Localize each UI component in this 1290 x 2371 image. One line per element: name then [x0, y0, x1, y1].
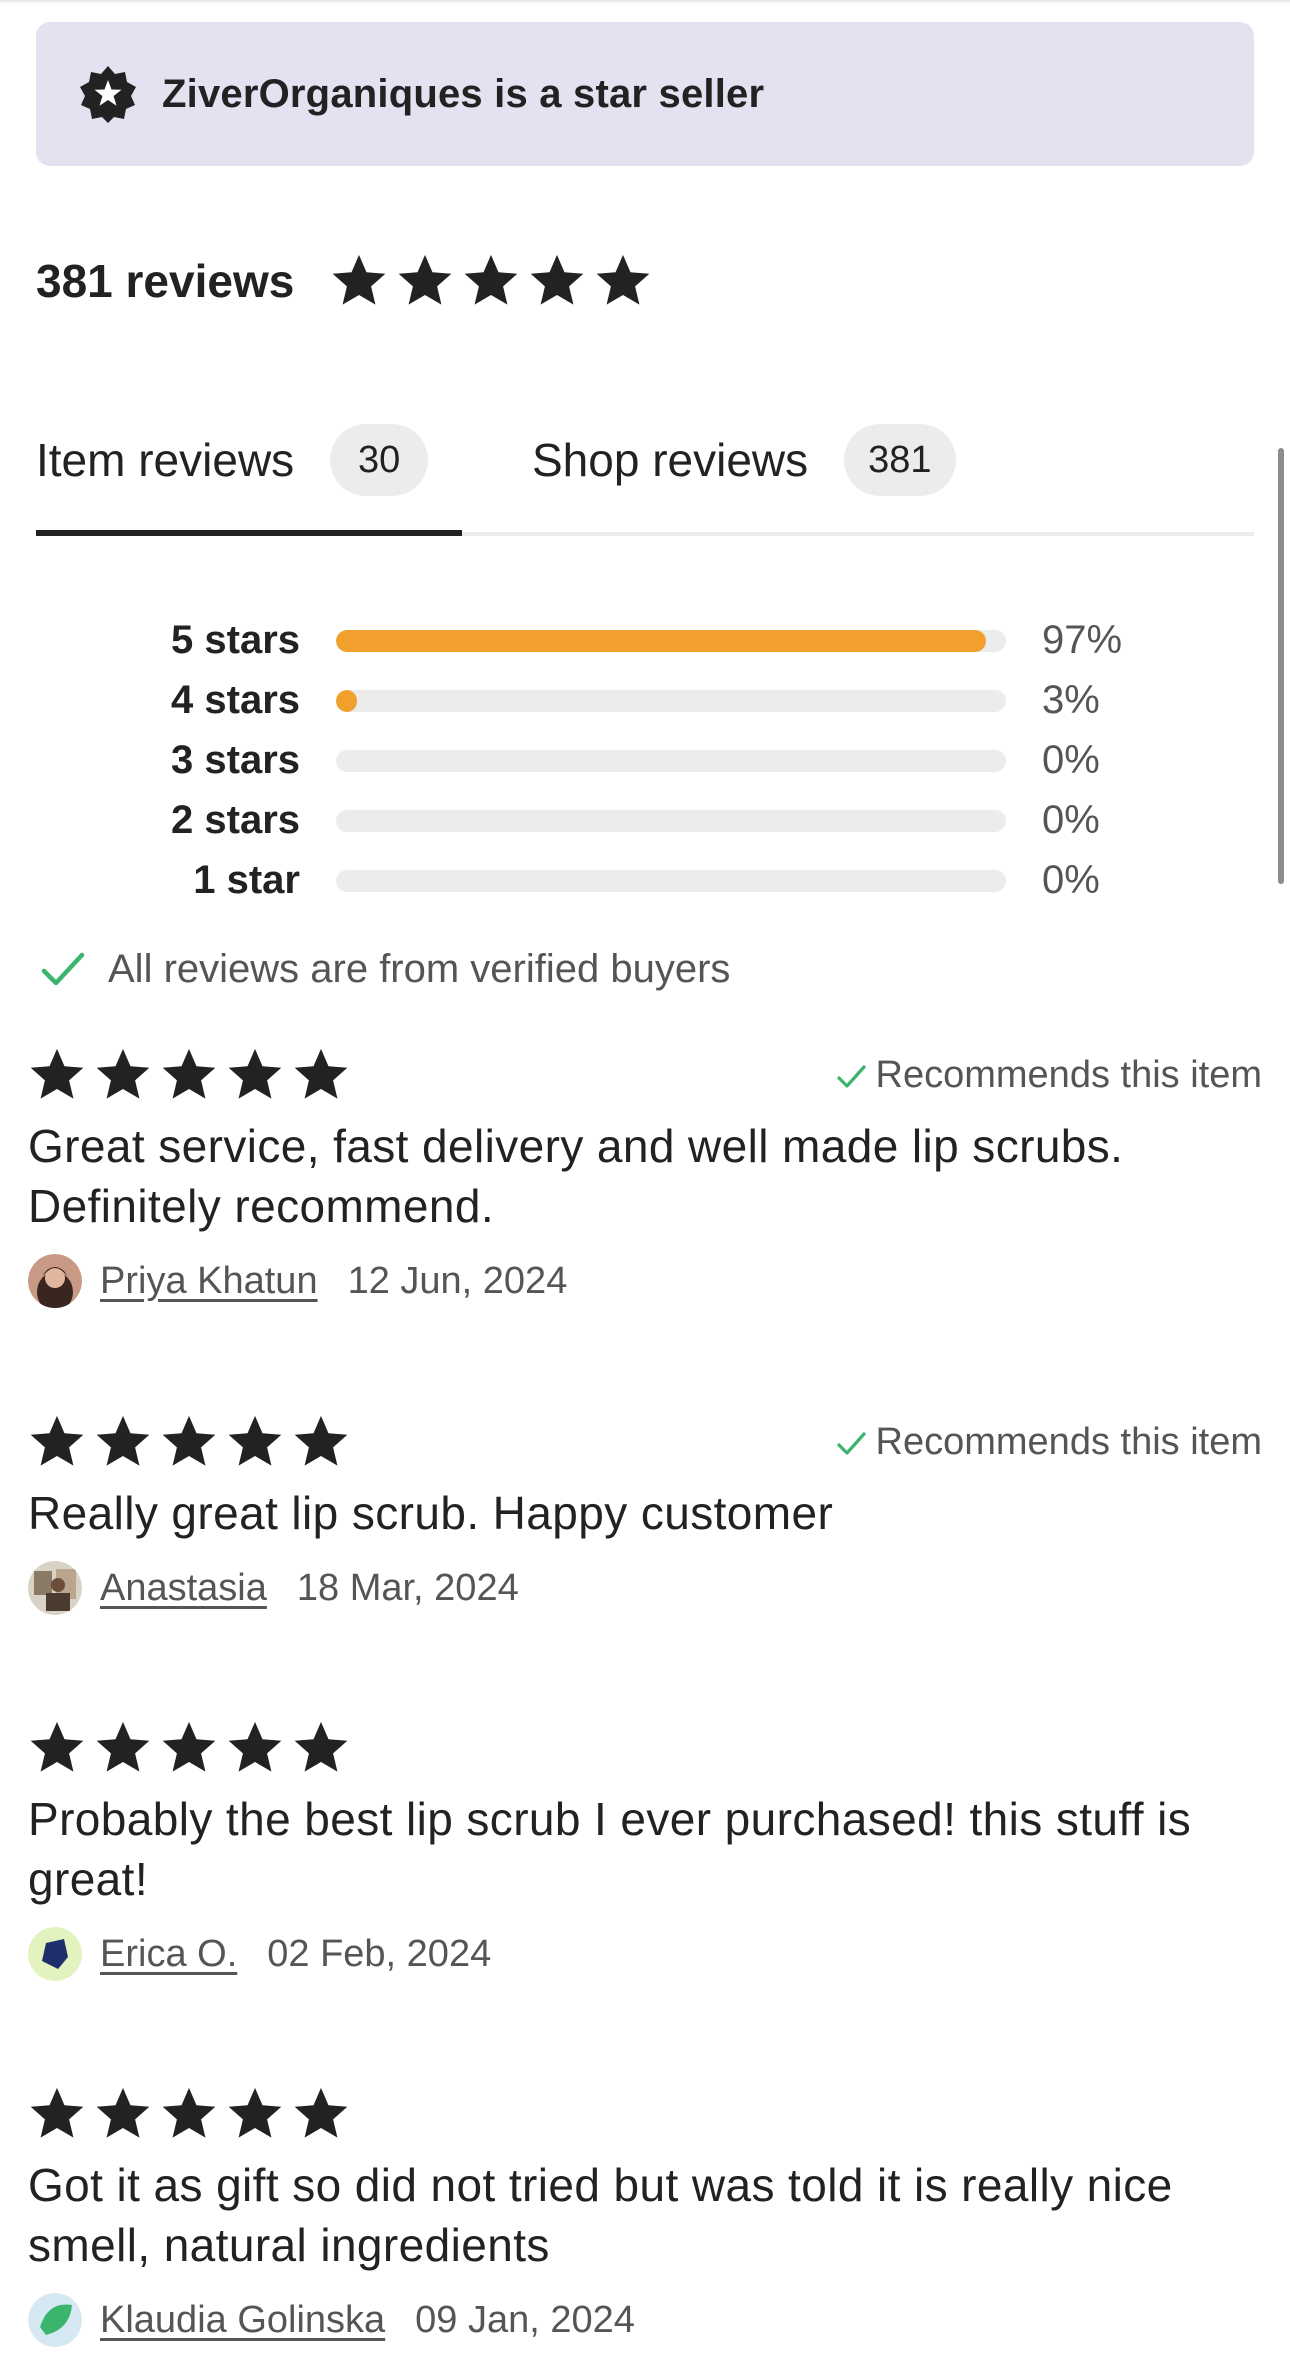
histogram-row[interactable]: 4 stars 3% — [100, 672, 1140, 732]
histogram-label: 1 star — [193, 858, 300, 902]
histogram-row[interactable]: 2 stars 0% — [100, 792, 1140, 852]
tab-label: Item reviews — [36, 434, 295, 486]
review-date: 09 Jan, 2024 — [415, 2298, 635, 2341]
star-icon — [396, 252, 454, 310]
avatar[interactable] — [28, 2293, 82, 2347]
star-icon — [94, 1413, 152, 1471]
review-item: Got it as gift so did not tried but was … — [28, 2085, 1262, 2347]
star-icon — [160, 1046, 218, 1104]
rating-histogram: 5 stars 97% 4 stars 3% 3 stars 0% 2 star… — [100, 612, 1140, 912]
histogram-bar-track — [336, 690, 1006, 712]
review-item: Recommends this item Really great lip sc… — [28, 1413, 1262, 1615]
star-icon — [292, 1413, 350, 1471]
reviewer-name-link[interactable]: Erica O. — [100, 1933, 237, 1976]
recommends-badge: Recommends this item — [834, 1421, 1262, 1464]
reviewer-info: Erica O. 02 Feb, 2024 — [28, 1927, 1262, 1981]
histogram-percent: 0% — [1042, 738, 1100, 782]
star-icon — [28, 1046, 86, 1104]
star-icon — [292, 1046, 350, 1104]
checkmark-icon — [834, 1426, 868, 1460]
review-item: Probably the best lip scrub I ever purch… — [28, 1719, 1262, 1981]
review-text: Really great lip scrub. Happy customer — [28, 1487, 834, 1539]
review-date: 18 Mar, 2024 — [296, 1566, 519, 1609]
tab-count-badge: 381 — [844, 424, 956, 496]
histogram-label: 4 stars — [171, 678, 300, 722]
review-rating-stars — [28, 1719, 1262, 1777]
star-icon — [28, 1413, 86, 1471]
histogram-row[interactable]: 5 stars 97% — [100, 612, 1140, 672]
reviewer-info: Anastasia 18 Mar, 2024 — [28, 1561, 1262, 1615]
review-tabs: Item reviews 30 Shop reviews 381 — [36, 420, 1254, 538]
tab-item-reviews[interactable]: Item reviews 30 — [36, 420, 429, 538]
star-icon — [226, 1046, 284, 1104]
histogram-label: 5 stars — [171, 618, 300, 662]
avatar[interactable] — [28, 1561, 82, 1615]
histogram-label: 2 stars — [171, 798, 300, 842]
review-text: Probably the best lip scrub I ever purch… — [28, 1793, 1192, 1905]
histogram-label: 3 stars — [171, 738, 300, 782]
histogram-row[interactable]: 3 stars 0% — [100, 732, 1140, 792]
review-count: 381 reviews — [36, 255, 295, 307]
avatar[interactable] — [28, 1254, 82, 1308]
banner-text: ZiverOrganiques is a star seller — [162, 71, 765, 116]
star-icon — [528, 252, 586, 310]
star-icon — [160, 1719, 218, 1777]
checkmark-icon — [834, 1059, 868, 1093]
verified-notice: All reviews are from verified buyers — [38, 944, 730, 994]
histogram-percent: 0% — [1042, 798, 1100, 842]
top-shadow — [0, 0, 1290, 4]
scrollbar[interactable] — [1278, 448, 1284, 884]
histogram-bar-track — [336, 810, 1006, 832]
review-date: 02 Feb, 2024 — [267, 1932, 492, 1975]
reviewer-info: Klaudia Golinska 09 Jan, 2024 — [28, 2293, 1262, 2347]
review-item: Recommends this item Great service, fast… — [28, 1046, 1262, 1308]
star-icon — [292, 1719, 350, 1777]
star-icon — [226, 1413, 284, 1471]
avatar[interactable] — [28, 1927, 82, 1981]
star-icon — [330, 252, 388, 310]
histogram-bar-track — [336, 750, 1006, 772]
histogram-bar-fill — [336, 690, 358, 712]
star-icon — [160, 1413, 218, 1471]
star-icon — [226, 2085, 284, 2143]
star-icon — [226, 1719, 284, 1777]
verified-text: All reviews are from verified buyers — [108, 946, 731, 991]
review-date: 12 Jun, 2024 — [347, 1259, 568, 1302]
star-icon — [160, 2085, 218, 2143]
histogram-percent: 97% — [1042, 618, 1123, 662]
star-seller-banner[interactable]: ZiverOrganiques is a star seller — [36, 22, 1254, 166]
star-icon — [28, 2085, 86, 2143]
reviewer-name-link[interactable]: Priya Khatun — [100, 1260, 318, 1303]
reviews-page: ZiverOrganiques is a star seller 381 rev… — [0, 0, 1290, 2371]
reviewer-name-link[interactable]: Anastasia — [100, 1567, 267, 1610]
review-rating-stars — [28, 2085, 1262, 2143]
histogram-row[interactable]: 1 star 0% — [100, 852, 1140, 912]
rating-stars — [330, 252, 652, 310]
star-icon — [94, 1046, 152, 1104]
tab-count-badge: 30 — [330, 424, 429, 496]
recommends-text: Recommends this item — [875, 1054, 1262, 1096]
star-icon — [594, 252, 652, 310]
histogram-percent: 3% — [1042, 678, 1100, 722]
star-icon — [94, 1719, 152, 1777]
histogram-percent: 0% — [1042, 858, 1100, 902]
tab-shop-reviews[interactable]: Shop reviews 381 — [532, 420, 956, 538]
recommends-text: Recommends this item — [875, 1421, 1262, 1463]
star-icon — [28, 1719, 86, 1777]
star-badge-icon — [78, 64, 138, 124]
reviewer-info: Priya Khatun 12 Jun, 2024 — [28, 1254, 1262, 1308]
checkmark-icon — [38, 944, 88, 994]
star-icon — [292, 2085, 350, 2143]
recommends-badge: Recommends this item — [834, 1054, 1262, 1097]
histogram-bar-fill — [336, 630, 986, 652]
review-summary: 381 reviews — [36, 252, 652, 310]
review-text: Great service, fast delivery and well ma… — [28, 1120, 1124, 1232]
review-text: Got it as gift so did not tried but was … — [28, 2159, 1173, 2271]
histogram-bar-track — [336, 870, 1006, 892]
reviewer-name-link[interactable]: Klaudia Golinska — [100, 2299, 385, 2342]
tab-label: Shop reviews — [532, 434, 809, 486]
star-icon — [94, 2085, 152, 2143]
histogram-bar-track — [336, 630, 1006, 652]
star-icon — [462, 252, 520, 310]
